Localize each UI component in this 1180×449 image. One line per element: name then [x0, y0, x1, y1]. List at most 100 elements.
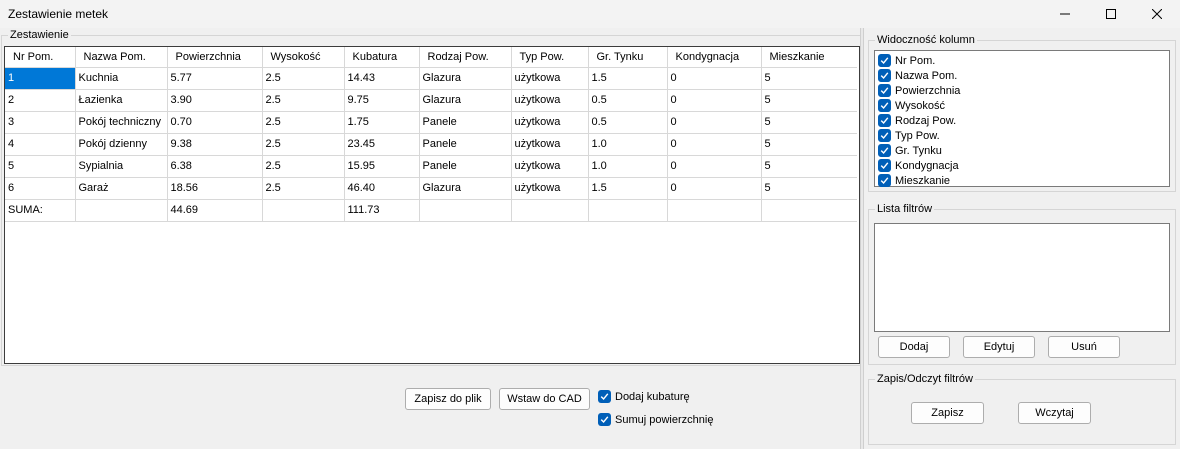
table-cell[interactable]: 1.0 [588, 155, 668, 178]
table-cell[interactable] [262, 199, 345, 222]
add-filter-button[interactable]: Dodaj [878, 336, 950, 358]
load-filters-button[interactable]: Wczytaj [1018, 402, 1091, 424]
edit-filter-button[interactable]: Edytuj [963, 336, 1035, 358]
table-cell[interactable]: 14.43 [344, 67, 420, 90]
table-cell[interactable]: 5 [761, 67, 857, 90]
table-cell[interactable]: 9.38 [167, 133, 263, 156]
table-cell[interactable]: 5 [761, 89, 857, 112]
table-cell[interactable]: 2.5 [262, 177, 345, 200]
table-cell[interactable] [588, 199, 668, 222]
table-cell[interactable]: 0 [667, 67, 762, 90]
table-cell[interactable]: 4 [5, 133, 76, 156]
table-cell[interactable]: 5 [761, 155, 857, 178]
table-cell[interactable]: użytkowa [511, 67, 589, 90]
table-cell[interactable]: 2 [5, 89, 76, 112]
table-cell[interactable]: 1.5 [588, 67, 668, 90]
table-cell[interactable] [511, 199, 589, 222]
table-cell[interactable]: 5.77 [167, 67, 263, 90]
save-filters-button[interactable]: Zapisz [911, 402, 984, 424]
column-visibility-item[interactable]: Mieszkanie [875, 173, 1169, 188]
table-cell[interactable]: użytkowa [511, 133, 589, 156]
table-cell[interactable]: Sypialnia [75, 155, 168, 178]
column-header[interactable]: Powierzchnia [167, 47, 263, 68]
table-cell[interactable]: Pokój dzienny [75, 133, 168, 156]
table-cell[interactable]: 2.5 [262, 133, 345, 156]
table-cell[interactable]: 44.69 [167, 199, 263, 222]
table-cell[interactable]: 0 [667, 133, 762, 156]
maximize-button[interactable] [1088, 0, 1134, 28]
table-cell[interactable] [419, 199, 512, 222]
table-cell[interactable]: Łazienka [75, 89, 168, 112]
table-cell[interactable]: 1.75 [344, 111, 420, 134]
table-cell[interactable]: 1.5 [588, 177, 668, 200]
table-cell[interactable]: 5 [761, 177, 857, 200]
column-visibility-item[interactable]: Gr. Tynku [875, 143, 1169, 158]
table-cell[interactable]: Panele [419, 133, 512, 156]
table-cell[interactable] [75, 199, 168, 222]
table-cell[interactable]: 5 [761, 133, 857, 156]
table-cell[interactable]: Glazura [419, 177, 512, 200]
table-cell[interactable]: Panele [419, 111, 512, 134]
column-header[interactable]: Gr. Tynku [588, 47, 668, 68]
table-cell[interactable]: 9.75 [344, 89, 420, 112]
table-cell[interactable] [667, 199, 762, 222]
table-row[interactable]: 3 Pokój techniczny 0.70 2.5 1.75 Panele użytko… [5, 111, 857, 134]
table-row[interactable]: 1 Kuchnia 5.77 2.5 14.43 Glazura użytkowa 1.5 0 5 [5, 67, 857, 90]
insert-cad-button[interactable]: Wstaw do CAD [499, 388, 590, 410]
table-cell[interactable]: 6.38 [167, 155, 263, 178]
table-cell[interactable]: 0.5 [588, 111, 668, 134]
table-cell[interactable]: 0.70 [167, 111, 263, 134]
table-cell[interactable]: 18.56 [167, 177, 263, 200]
table-cell[interactable]: 0 [667, 89, 762, 112]
table-cell[interactable]: Garaż [75, 177, 168, 200]
column-visibility-item[interactable]: Kondygnacja [875, 158, 1169, 173]
table-cell[interactable]: Glazura [419, 89, 512, 112]
table-cell[interactable]: 2.5 [262, 67, 345, 90]
table-cell[interactable]: 3 [5, 111, 76, 134]
table-cell[interactable]: 2.5 [262, 89, 345, 112]
column-header[interactable]: Rodzaj Pow. [419, 47, 512, 68]
table-cell[interactable]: SUMA: [5, 199, 76, 222]
table-row[interactable]: 5 Sypialnia 6.38 2.5 15.95 Panele użytkowa 1.0 0… [5, 155, 857, 178]
summary-table[interactable]: Nr Pom. Nazwa Pom. Powierzchnia Wysokość Kub… [4, 46, 860, 364]
table-cell[interactable]: użytkowa [511, 111, 589, 134]
table-cell[interactable]: 0.5 [588, 89, 668, 112]
table-cell[interactable]: 0 [667, 177, 762, 200]
add-volume-checkbox[interactable]: Dodaj kubaturę [598, 390, 690, 403]
table-cell[interactable]: 6 [5, 177, 76, 200]
table-cell[interactable]: Pokój techniczny [75, 111, 168, 134]
table-cell[interactable]: 46.40 [344, 177, 420, 200]
table-cell[interactable]: 111.73 [344, 199, 420, 222]
table-row[interactable]: 4 Pokój dzienny 9.38 2.5 23.45 Panele użytkowa… [5, 133, 857, 156]
table-cell[interactable]: 2.5 [262, 111, 345, 134]
column-header[interactable]: Kondygnacja [667, 47, 762, 68]
table-cell[interactable]: Panele [419, 155, 512, 178]
table-row[interactable]: 2 Łazienka 3.90 2.5 9.75 Glazura użytkowa 0.5 0 5 [5, 89, 857, 112]
remove-filter-button[interactable]: Usuń [1048, 336, 1120, 358]
table-cell[interactable]: 1.0 [588, 133, 668, 156]
save-file-button[interactable]: Zapisz do plik [405, 388, 491, 410]
column-visibility-item[interactable]: Powierzchnia [875, 83, 1169, 98]
column-visibility-item[interactable]: Nr Pom. [875, 53, 1169, 68]
close-button[interactable] [1134, 0, 1180, 28]
table-cell[interactable] [761, 199, 857, 222]
column-visibility-item[interactable]: Wysokość [875, 98, 1169, 113]
table-cell[interactable]: 5 [761, 111, 857, 134]
table-cell[interactable]: użytkowa [511, 89, 589, 112]
sum-area-checkbox[interactable]: Sumuj powierzchnię [598, 413, 713, 426]
column-visibility-item[interactable]: Rodzaj Pow. [875, 113, 1169, 128]
table-cell[interactable]: 23.45 [344, 133, 420, 156]
table-cell[interactable]: 5 [5, 155, 76, 178]
table-cell[interactable]: użytkowa [511, 177, 589, 200]
table-cell[interactable]: użytkowa [511, 155, 589, 178]
table-cell[interactable]: Glazura [419, 67, 512, 90]
column-header[interactable]: Mieszkanie [761, 47, 857, 68]
table-cell[interactable]: 3.90 [167, 89, 263, 112]
table-cell[interactable]: 0 [667, 155, 762, 178]
column-visibility-list[interactable]: Nr Pom. Nazwa Pom. Powierzchnia Wysokość Rod… [874, 50, 1170, 187]
minimize-button[interactable] [1042, 0, 1088, 28]
column-header[interactable]: Nazwa Pom. [75, 47, 168, 68]
column-visibility-item[interactable]: Typ Pow. [875, 128, 1169, 143]
column-header[interactable]: Kubatura [344, 47, 420, 68]
table-cell[interactable]: 1 [5, 67, 76, 90]
